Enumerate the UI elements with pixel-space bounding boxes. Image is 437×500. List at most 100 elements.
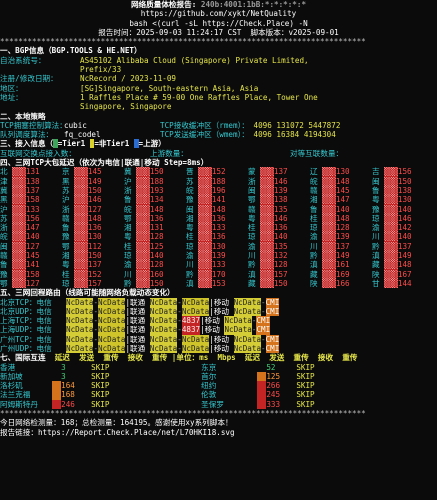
latency-bar: ░░░: [260, 241, 274, 252]
intl-status: SKIP: [91, 381, 110, 391]
route-carrier: |联通: [125, 334, 150, 344]
latency-bar: ░░░: [74, 213, 88, 224]
route-hop: NcData: [224, 316, 252, 326]
latency-bar: ░░░: [12, 278, 26, 289]
latency-cell: 闽 ░░░150: [372, 176, 412, 186]
intl-city: 首尔: [201, 371, 217, 381]
latency-bar: ░░░: [136, 269, 150, 279]
latency-cell: 琼 ░░░140: [124, 251, 164, 261]
latency-bar: ░░░: [198, 195, 212, 205]
route-hop: NcData: [98, 334, 126, 344]
latency-bar: ░░░: [198, 176, 212, 186]
latency-cell: 滇 ░░░153: [186, 278, 226, 289]
intl-latency: 125: [266, 371, 281, 381]
latency-bar: ░░░: [322, 213, 336, 224]
latency-bar: ░░░: [384, 195, 398, 205]
latency-bar: ░░░: [322, 185, 336, 196]
latency-cell: 冀 ░░░150: [124, 167, 164, 177]
latency-cell: 鲁 ░░░134: [124, 195, 164, 205]
route-label: 广州UDP：电信: [0, 343, 52, 353]
latency-row: 北 ░░░131 京 ░░░145 冀 ░░░150 晋 ░░░152 蒙 ░░░137…: [0, 167, 437, 177]
latency-cell: 豫 ░░░140: [372, 204, 412, 214]
latency-bar: ░░░: [74, 176, 88, 186]
latency-cell: 京 ░░░145: [62, 167, 102, 177]
latency-cell: 闽 ░░░148: [186, 204, 226, 214]
latency-bar: ░░░: [74, 167, 88, 177]
latency-bar: ░░░: [136, 213, 150, 224]
latency-bar: ░░░: [12, 241, 26, 252]
latency-bar: ░░░: [260, 269, 274, 279]
footer-report-link[interactable]: 报告链接：https://Report.Check.Place/net/L70H…: [0, 428, 437, 437]
latency-bar: ░░░: [384, 251, 398, 261]
latency-bar: ░░░: [384, 278, 398, 289]
intl-city: 香港: [0, 362, 16, 372]
latency-bar: [257, 371, 267, 382]
intl-row: 新加坡 3 SKIP 首尔 125 SKIP: [0, 371, 437, 382]
latency-cell: 赣 ░░░135: [248, 204, 288, 214]
report-repo-link[interactable]: https://github.com/xykt/NetQuality: [0, 9, 437, 18]
route-hop: NcData: [149, 316, 178, 326]
route-row: 广州UDP：电信 NcData-NcData|联通 NcData-NcData|移…: [0, 343, 437, 354]
section-bgp-title: 一、BGP信息（BGP.TOOLS & HE.NET）: [0, 46, 142, 56]
report-time: 报告时间：2025-09-03 11:24:17 CST 脚本版本：v2025-…: [98, 27, 339, 37]
latency-cell: 渝 ░░░135: [248, 241, 288, 252]
latency-bar: ░░░: [260, 167, 274, 177]
latency-bar: [257, 399, 267, 410]
latency-cell: 桂 ░░░136: [186, 232, 226, 242]
route-hop: NcData: [149, 343, 178, 354]
latency-bar: ░░░: [322, 251, 336, 261]
route-hop: NcData: [149, 325, 178, 335]
latency-bar: ░░░: [260, 204, 274, 214]
latency-cell: 粤 ░░░128: [124, 232, 164, 242]
intl-city: 纽约: [201, 381, 217, 391]
report-title: 网络质量体检报告: 240b:4001:1bB:*:*:*:*:*: [130, 0, 307, 9]
route-carrier: |联通: [125, 316, 150, 326]
latency-bar: ░░░: [74, 204, 88, 214]
route-hop: NcData: [181, 306, 210, 317]
latency-cell: 桂 ░░░148: [310, 213, 350, 224]
route-carrier: |移动: [209, 297, 234, 307]
intl-status: SKIP: [296, 362, 315, 372]
bgp-info-table: 自治系统号： AS45102 Alibaba Cloud (Singapore) …: [0, 56, 437, 112]
route-hop: NcData: [66, 343, 94, 354]
latency-cell: 豫 ░░░130: [62, 232, 102, 242]
latency-bar: ░░░: [12, 195, 26, 205]
bgp-value: NcRecord / 2023-11-09: [80, 74, 177, 84]
route-carrier: |移动: [200, 325, 225, 335]
latency-bar: ░░░: [260, 260, 274, 270]
latency-cell: 浙 ░░░146: [248, 176, 288, 186]
latency-bar: ░░░: [74, 278, 88, 289]
route-carrier: |联通: [125, 306, 150, 316]
latency-cell: 鲁 ░░░141: [0, 260, 40, 270]
latency-cell: 琼 ░░░130: [186, 241, 226, 252]
latency-bar: [52, 372, 61, 381]
latency-bar: ░░░: [198, 232, 212, 242]
latency-bar: ░░░: [12, 176, 26, 186]
latency-bar: ░░░: [198, 251, 212, 261]
bgp-info-row: 地址： 1 Raffles Place # 59-00 One Raffles P…: [0, 93, 437, 102]
latency-bar: ░░░: [74, 260, 88, 270]
intl-row: 阿姆斯特丹 246 SKIP 圣保罗 333 SKIP: [0, 399, 437, 410]
latency-bar: ░░░: [136, 185, 150, 196]
route-hop: NcData: [98, 325, 126, 335]
latency-row: 冀 ░░░137 苏 ░░░150 浙 ░░░193 皖 ░░░196 闽 ░░░139…: [0, 185, 437, 196]
route-hop: 4837: [181, 316, 201, 326]
latency-row: 鲁 ░░░141 粤 ░░░137 渝 ░░░128 川 ░░░133 黔 ░░░128…: [0, 260, 437, 270]
route-hop: NcData: [149, 334, 178, 344]
intl-row: 法兰克福 168 SKIP 伦敦 245 SKIP: [0, 390, 437, 400]
bgp-value: AS45102 Alibaba Cloud (Singapore) Privat…: [80, 55, 309, 65]
route-table: 北京TCP：电信 NcData-NcData|联通 NcData-NcData|移…: [0, 297, 437, 354]
latency-cell: 黑 ░░░158: [0, 195, 40, 205]
latency-bar: [52, 381, 62, 391]
latency-cell: 黔 ░░░170: [186, 269, 226, 279]
intl-latency: 3: [61, 362, 66, 372]
latency-cell: 藏 ░░░169: [310, 269, 350, 279]
latency-cell: 皖 ░░░140: [0, 232, 40, 242]
latency-bar: ░░░: [260, 213, 274, 224]
latency-cell: 鲁 ░░░136: [62, 223, 102, 233]
latency-bar: ░░░: [322, 204, 336, 214]
route-hop: NcData: [224, 325, 252, 335]
latency-cell: 北 ░░░131: [0, 167, 40, 177]
latency-cell: 吉 ░░░156: [372, 167, 412, 177]
local-policy-row: 队列调度算法： fq_codel TCP发送缓冲区（wmem）： 4096 1638…: [0, 130, 336, 140]
